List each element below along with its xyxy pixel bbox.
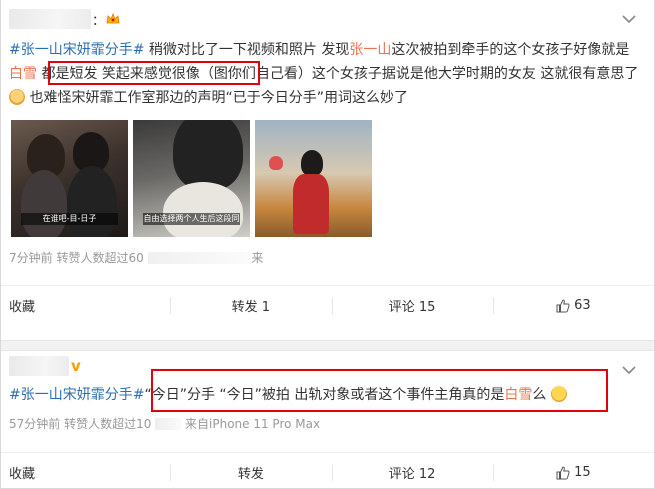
post-header: v xyxy=(9,355,81,377)
post-time[interactable]: 7分钟前 转赞人数超过60 xyxy=(9,251,144,265)
like-count: 63 xyxy=(574,298,591,313)
emoji-icon xyxy=(9,89,25,105)
post-time[interactable]: 57分钟前 转赞人数超过10 xyxy=(9,417,151,431)
hashtag-link[interactable]: #张一山宋妍霏分手# xyxy=(9,387,144,403)
repost-label: 转发 xyxy=(237,467,264,482)
comment-button[interactable]: 评论 12 xyxy=(331,453,493,489)
like-button[interactable]: 63 xyxy=(492,286,654,325)
like-count: 15 xyxy=(574,465,591,480)
post-source: 来 xyxy=(251,251,264,265)
comment-label: 评论 12 xyxy=(388,467,436,482)
photo-thumbnail[interactable] xyxy=(255,120,372,237)
repost-button[interactable]: 转发 1 xyxy=(170,286,331,325)
weibo-post: ： #张一山宋妍霏分手# 稍微对比了一下视频和照片 发现张一山这次被拍到牵手的这… xyxy=(1,0,654,340)
repost-button[interactable]: 转发 xyxy=(170,453,331,489)
post-text-part: 也难怪宋妍霏工作室那边的声明“已于今日分手”用词这么妙了 xyxy=(25,90,408,106)
comment-button[interactable]: 评论 15 xyxy=(331,286,493,325)
action-bar: 收藏 转发 1 评论 15 63 xyxy=(1,285,654,325)
photo-thumbnail[interactable]: 自由选择两个人生后这段同 xyxy=(133,120,250,237)
photo-thumbnail[interactable]: 在谁吧-目-日子 xyxy=(11,120,128,237)
highlight-keyword[interactable]: 白雪 xyxy=(9,66,37,82)
highlight-annotation-box xyxy=(48,61,260,85)
username-redacted[interactable] xyxy=(9,9,91,29)
photo-caption: 自由选择两个人生后这段同 xyxy=(143,213,240,225)
post-text-part: 这次被拍到牵手的这个女孩子好像就是 xyxy=(391,42,630,58)
highlight-annotation-box xyxy=(151,369,608,412)
photo-caption: 在谁吧-目-日子 xyxy=(21,213,118,225)
meta-redacted xyxy=(147,252,248,264)
favorite-button[interactable]: 收藏 xyxy=(1,453,170,489)
repost-label: 转发 1 xyxy=(231,300,271,315)
comment-label: 评论 15 xyxy=(388,300,436,315)
post-divider xyxy=(1,340,654,351)
username-redacted[interactable] xyxy=(9,356,69,376)
meta-redacted xyxy=(155,418,182,430)
thumbs-up-icon xyxy=(556,298,570,312)
favorite-label: 收藏 xyxy=(9,467,36,482)
crown-icon xyxy=(106,13,120,24)
verified-v-icon: v xyxy=(71,357,81,375)
post-header: ： xyxy=(9,8,120,30)
like-button[interactable]: 15 xyxy=(492,453,654,489)
favorite-label: 收藏 xyxy=(9,300,36,315)
favorite-button[interactable]: 收藏 xyxy=(1,286,170,325)
chevron-down-icon[interactable] xyxy=(622,14,636,24)
post-text-part: 稍微对比了一下视频和照片 发现 xyxy=(144,42,350,58)
chevron-down-icon[interactable] xyxy=(622,365,636,375)
username-suffix: ： xyxy=(92,13,106,29)
hashtag-link[interactable]: #张一山宋妍霏分手# xyxy=(9,42,144,58)
mention-link[interactable]: 张一山 xyxy=(349,42,391,58)
image-gallery: 在谁吧-目-日子 自由选择两个人生后这段同 xyxy=(11,120,372,237)
post-meta: 7分钟前 转赞人数超过60 来 xyxy=(9,249,263,266)
post-meta: 57分钟前 转赞人数超过10 来自iPhone 11 Pro Max xyxy=(9,415,320,432)
thumbs-up-icon xyxy=(556,465,570,479)
post-source: 来自iPhone 11 Pro Max xyxy=(185,417,321,431)
action-bar: 收藏 转发 评论 12 15 xyxy=(1,452,654,489)
